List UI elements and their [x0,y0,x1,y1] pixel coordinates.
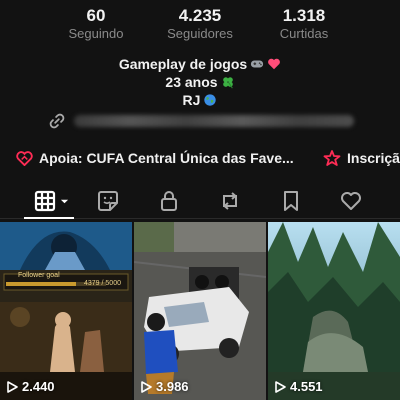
chevron-down-icon [60,199,68,203]
profile-bio: Gameplay de jogos 23 anos RJ [0,55,400,109]
lock-icon [161,191,177,211]
likes-label: Curtidas [279,26,329,41]
followers-count: 4.235 [178,6,222,25]
likes-stat[interactable]: 1.318 Curtidas [254,6,354,42]
promo-row: Apoia: CUFA Central Única das Fave... In… [0,148,400,170]
subscription-promo-label: Inscriçã [347,150,400,166]
charity-promo[interactable]: Apoia: CUFA Central Única das Fave... [16,150,294,166]
play-icon [141,380,152,393]
tab-stickers[interactable] [84,183,132,219]
followers-stat[interactable]: 4.235 Seguidores [150,6,250,42]
video-thumbnail-1[interactable]: Follower goal 4379 / 5000 2.440 [0,222,132,400]
followers-label: Seguidores [167,26,233,41]
forest-thumbnail [268,222,400,400]
play-icon [7,380,18,393]
video-thumbnail-3[interactable]: 4.551 [268,222,400,400]
video-2-views: 3.986 [140,379,189,394]
bio-line-1-text: Gameplay de jogos [118,56,248,72]
active-tab-indicator [24,217,74,219]
sticker-icon [98,191,118,211]
profile-link[interactable] [48,112,354,130]
tab-private[interactable] [145,183,193,219]
globe-icon [204,94,217,106]
subscription-promo[interactable]: Inscriçã [323,150,400,166]
hud-goal-count: 4379 / 5000 [84,280,121,287]
bio-line-2: 23 anos [0,73,400,91]
tab-videos[interactable] [22,183,80,219]
following-count: 60 [86,6,106,25]
pickup-truck-thumbnail [134,222,266,400]
heart-icon [268,58,281,70]
bio-line-2-text: 23 anos [165,74,218,90]
likes-count: 1.318 [282,6,326,25]
profile-stats: 60 Seguindo 4.235 Seguidores 1.318 Curti… [0,6,400,46]
tab-favorites[interactable] [267,183,315,219]
game-hud-thumbnail [0,222,132,400]
charity-promo-label: Apoia: CUFA Central Única das Fave... [39,150,294,166]
grid-icon [34,190,55,212]
four-leaf-clover-icon [222,77,233,89]
video-1-view-count: 2.440 [22,379,55,394]
heart-outline-icon [341,192,361,210]
blurred-link-text [74,115,354,127]
repost-icon [222,192,238,210]
video-thumbnail-2[interactable]: 3.986 [134,222,266,400]
bio-line-1: Gameplay de jogos [0,55,400,73]
tab-reposts[interactable] [206,183,254,219]
subscription-icon [323,150,341,166]
tab-liked[interactable] [327,183,375,219]
following-stat[interactable]: 60 Seguindo [46,6,146,42]
play-icon [275,380,286,393]
link-icon [49,113,65,129]
video-3-views: 4.551 [274,379,323,394]
following-label: Seguindo [68,26,124,41]
video-2-view-count: 3.986 [156,379,189,394]
video-3-view-count: 4.551 [290,379,323,394]
profile-tabs [0,183,400,219]
bookmark-icon [284,191,298,211]
video-1-views: 2.440 [6,379,55,394]
bio-line-3: RJ [0,91,400,109]
video-grid: Follower goal 4379 / 5000 2.440 3.986 4.… [0,222,400,400]
gamepad-icon [251,60,264,68]
bio-line-3-text: RJ [182,92,201,108]
charity-heart-icon [16,150,33,166]
hud-goal-label: Follower goal [18,272,60,279]
